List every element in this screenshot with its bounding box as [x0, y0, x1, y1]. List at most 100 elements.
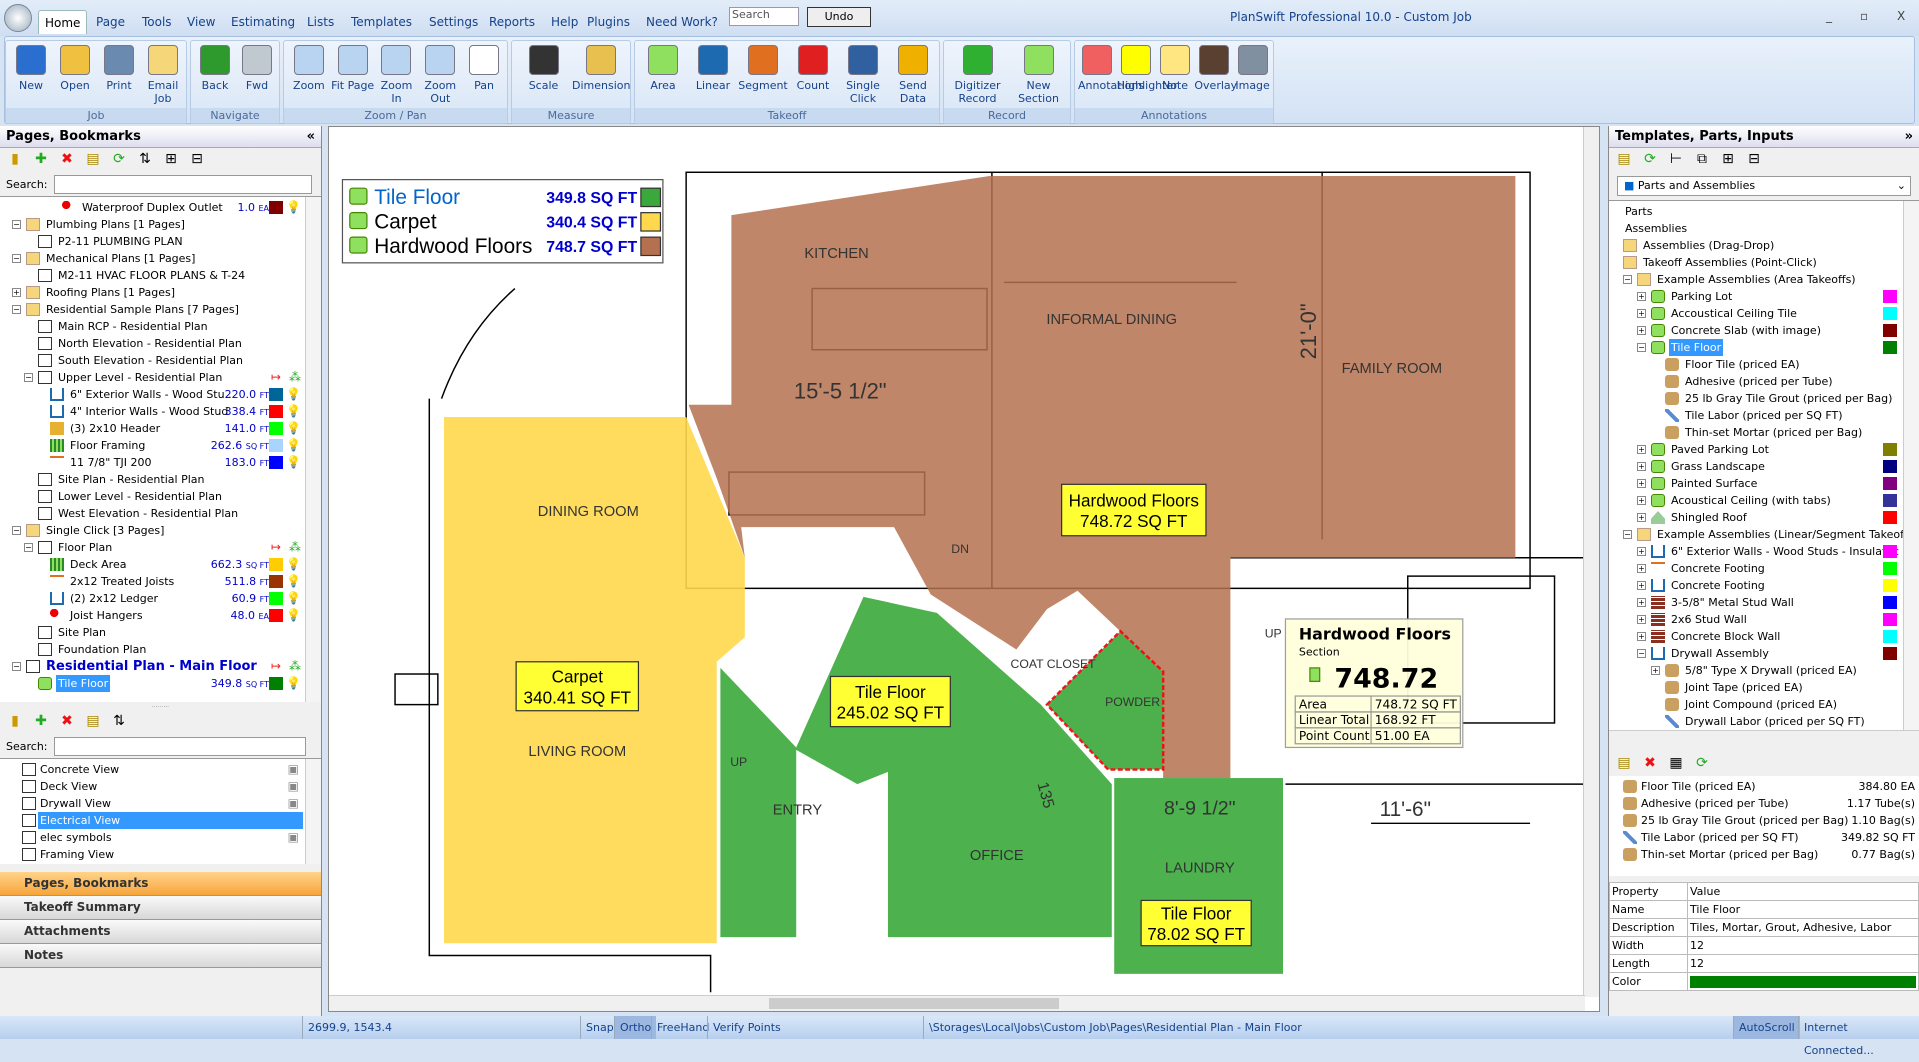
collapse-toggle[interactable]: − [1623, 530, 1632, 539]
email-button[interactable]: Email Job [141, 43, 185, 105]
camera-icon[interactable]: ▣ [288, 795, 299, 812]
tree-item[interactable]: Joist Hangers 48.0 EA 💡 [0, 607, 321, 624]
verify-points-toggle[interactable]: Verify Points [707, 1016, 923, 1039]
color-swatch[interactable] [1883, 443, 1897, 456]
zoom-in-button[interactable]: Zoom In [375, 43, 419, 105]
sort-icon[interactable]: ⇅ [136, 151, 154, 169]
bookmark-item[interactable]: Deck View ▣ [0, 778, 321, 795]
assembly-item[interactable]: Tile Labor (priced per SQ FT) [1609, 407, 1919, 424]
segment-button[interactable]: Segment [738, 43, 788, 92]
tree-item[interactable]: South Elevation - Residential Plan [0, 352, 321, 369]
camera-icon[interactable]: ▣ [288, 778, 299, 795]
book-icon[interactable]: ▮ [6, 151, 24, 169]
assembly-item[interactable]: − Example Assemblies (Linear/Segment Take… [1609, 526, 1919, 543]
expand-toggle[interactable]: + [1637, 479, 1646, 488]
assembly-item[interactable]: + Concrete Block Wall [1609, 628, 1919, 645]
assembly-item[interactable]: Drywall Labor (priced per SQ FT) [1609, 713, 1919, 730]
assembly-item[interactable]: + Grass Landscape [1609, 458, 1919, 475]
assembly-item[interactable]: 25 lb Gray Tile Grout (priced per Bag) [1609, 390, 1919, 407]
takeoff-tool-icon[interactable]: ⁂ [289, 539, 301, 556]
collapse-icon[interactable]: « [307, 129, 315, 144]
property-row[interactable]: Description Tiles, Mortar, Grout, Adhesiv… [1609, 918, 1919, 937]
color-swatch[interactable] [269, 558, 283, 571]
color-swatch[interactable] [1883, 511, 1897, 524]
zoom-out-button[interactable]: Zoom Out [418, 43, 462, 105]
color-swatch[interactable] [1883, 596, 1897, 609]
assembly-item[interactable]: + Paved Parking Lot [1609, 441, 1919, 458]
copy-icon[interactable]: ⧉ [1693, 151, 1711, 169]
properties-icon[interactable]: ▤ [1615, 755, 1633, 773]
tree-item[interactable]: Waterproof Duplex Outlet 1.0 EA 💡 [0, 199, 321, 216]
collapse-toggle[interactable]: − [12, 254, 21, 263]
result-row[interactable]: Thin-set Mortar (priced per Bag) 0.77 Bag… [1609, 846, 1919, 863]
tree-item[interactable]: Site Plan - Residential Plan [0, 471, 321, 488]
count-button[interactable]: Count [788, 43, 838, 92]
image-button[interactable]: Image [1233, 43, 1272, 92]
property-value[interactable]: 12 [1687, 954, 1919, 973]
expand-toggle[interactable]: + [1637, 326, 1646, 335]
tab-plugins[interactable]: Plugins [581, 10, 636, 34]
assembly-item[interactable]: Assemblies [1609, 220, 1919, 237]
color-swatch[interactable] [1883, 630, 1897, 643]
expand-toggle[interactable]: + [1637, 496, 1646, 505]
search-input[interactable]: Search [729, 7, 799, 26]
lightbulb-icon[interactable]: 💡 [286, 556, 301, 573]
expand-toggle[interactable]: + [1637, 581, 1646, 590]
back-arrow-button[interactable]: Back [194, 43, 236, 92]
nav-tab-pages-bookmarks[interactable]: Pages, Bookmarks [0, 872, 321, 896]
assembly-item[interactable]: +2x6 Stud Wall [1609, 611, 1919, 628]
property-value[interactable] [1687, 972, 1919, 991]
camera-icon[interactable]: ▣ [288, 829, 299, 846]
assembly-item[interactable]: Adhesive (priced per Tube) [1609, 373, 1919, 390]
assembly-item[interactable]: Parts [1609, 203, 1919, 220]
tab-help[interactable]: Help [545, 10, 584, 34]
color-swatch[interactable] [1883, 324, 1897, 337]
lightbulb-icon[interactable]: 💡 [286, 573, 301, 590]
new-section-button[interactable]: New Section [1008, 43, 1069, 105]
property-row[interactable]: Name Tile Floor [1609, 900, 1919, 919]
assembly-item[interactable]: − Example Assemblies (Area Takeoffs) [1609, 271, 1919, 288]
hand-button[interactable]: Pan [462, 43, 506, 92]
tree-item[interactable]: North Elevation - Residential Plan [0, 335, 321, 352]
minimize-button[interactable]: _ [1826, 9, 1832, 23]
tab-tools[interactable]: Tools [136, 10, 178, 34]
assembly-item[interactable]: + Concrete Slab (with image) [1609, 322, 1919, 339]
dimension-button[interactable]: Dimension [572, 43, 630, 92]
collapse-toggle[interactable]: − [12, 220, 21, 229]
color-swatch[interactable] [1883, 460, 1897, 473]
tree-item[interactable]: P2-11 PLUMBING PLAN✥ [0, 233, 321, 250]
add-icon[interactable]: ✚ [32, 713, 50, 731]
tree-horizontal-scrollbar[interactable] [1609, 730, 1919, 748]
fit-page-button[interactable]: Fit Page [331, 43, 375, 92]
tree-scrollbar[interactable] [305, 197, 321, 702]
tree-item[interactable]: −Floor Plan↦⁂✥ [0, 539, 321, 556]
tab-page[interactable]: Page [90, 10, 131, 34]
result-row[interactable]: 25 lb Gray Tile Grout (priced per Bag) 1.… [1609, 812, 1919, 829]
printer-button[interactable]: Print [97, 43, 141, 92]
tree-item[interactable]: West Elevation - Residential Plan [0, 505, 321, 522]
color-swatch[interactable] [1883, 562, 1897, 575]
assembly-item[interactable]: Joint Compound (priced EA) [1609, 696, 1919, 713]
lightbulb-icon[interactable]: 💡 [286, 590, 301, 607]
tree-item[interactable]: 2x12 Treated Joists 511.8 FT 💡 [0, 573, 321, 590]
assembly-item[interactable]: + Shingled Roof [1609, 509, 1919, 526]
add-icon[interactable]: ✚ [32, 151, 50, 169]
properties-icon[interactable]: ▤ [84, 151, 102, 169]
tree-item[interactable]: 11 7/8" TJI 200 183.0 FT 💡 [0, 454, 321, 471]
split-icon[interactable]: ⊢ [1667, 151, 1685, 169]
tree-item[interactable]: M2-11 HVAC FLOOR PLANS & T-24✥ [0, 267, 321, 284]
tree-item[interactable]: (2) 2x12 Ledger 60.9 FT 💡 [0, 590, 321, 607]
color-swatch[interactable] [1883, 341, 1897, 354]
lightbulb-icon[interactable]: 💡 [286, 386, 301, 403]
vertical-scrollbar[interactable] [1583, 127, 1599, 997]
area-label[interactable]: Hardwood Floors 748.72 SQ FT [1061, 483, 1207, 537]
tree-item[interactable]: − Mechanical Plans [1 Pages] [0, 250, 321, 267]
assembly-item[interactable]: +6" Exterior Walls - Wood Studs - Insula… [1609, 543, 1919, 560]
takeoff-tool-icon[interactable]: ⁂ [289, 369, 301, 386]
assembly-item[interactable]: Assemblies (Drag-Drop) [1609, 237, 1919, 254]
expand-toggle[interactable]: + [1637, 632, 1646, 641]
color-swatch[interactable] [269, 422, 283, 435]
bookmark-item[interactable]: Concrete View ▣ [0, 761, 321, 778]
lightbulb-icon[interactable]: 💡 [286, 199, 301, 216]
tab-templates[interactable]: Templates [345, 10, 418, 34]
